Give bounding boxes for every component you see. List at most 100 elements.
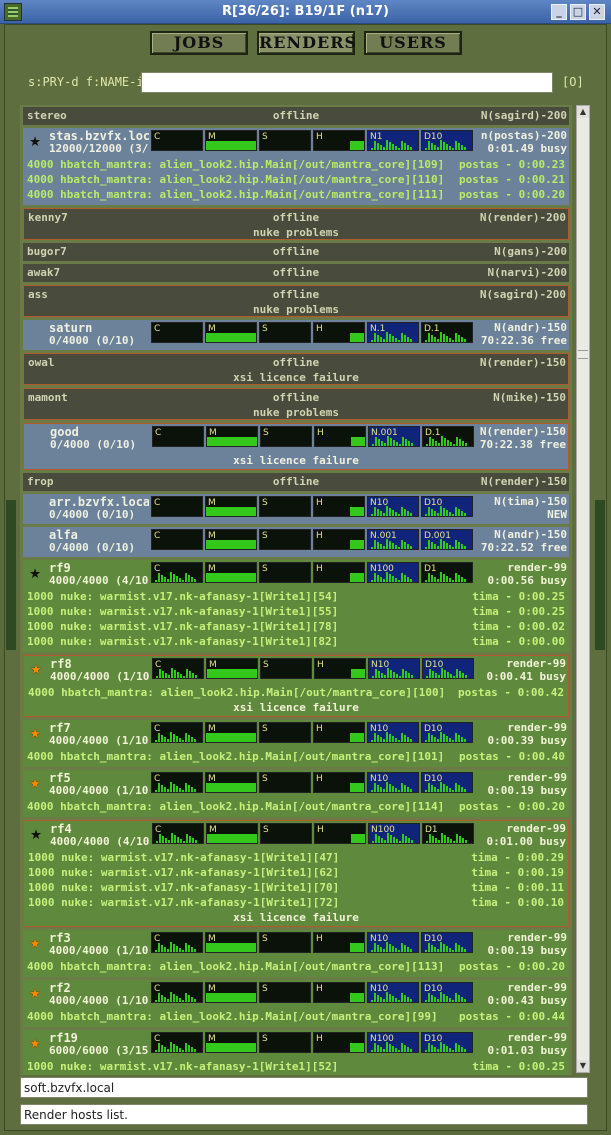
meter-spike [380, 544, 382, 549]
task-line[interactable]: 4000 hbatch_mantra: alien_look2.hip.Main… [27, 800, 444, 813]
host-row-rf8[interactable]: ★ rf8 4000/4000 (1/10 C M S H N10 D10 render-99 0:… [23, 655, 569, 717]
host-row-good[interactable]: good 0/4000 (0/10) C M S H N.001 D.1 N(render)-1… [23, 423, 569, 470]
host-row-rf7[interactable]: ★ rf7 4000/4000 (1/10 C M S H N10 D10 render-99 0:… [23, 720, 569, 767]
task-line[interactable]: 4000 hbatch_mantra: alien_look2.hip.Main… [27, 173, 444, 186]
render-hosts-list[interactable]: stereo offline N(sagird)-200 ★ stas.bzvfx.lo… [20, 105, 572, 1075]
task-line[interactable]: 1000 nuke: warmist.v17.nk-afanasy-1[Writ… [27, 635, 338, 648]
meter-spike [161, 735, 163, 742]
tab-users[interactable]: USERS [364, 31, 462, 55]
task-line[interactable]: 1000 nuke: warmist.v17.nk-afanasy-1[Writ… [28, 851, 339, 864]
host-row-rf2[interactable]: ★ rf2 4000/4000 (1/10 C M S H N10 D10 render-99 0:… [23, 980, 569, 1027]
meter-h: H [313, 496, 365, 517]
right-decoration [595, 500, 605, 650]
minimize-button[interactable]: _ [551, 4, 567, 20]
meter-spike [164, 577, 166, 582]
meter-spike [465, 840, 467, 843]
host-row-rf5[interactable]: ★ rf5 4000/4000 (1/10 C M S H N10 D10 render-99 0:… [23, 770, 569, 817]
meter-spike [455, 333, 457, 342]
server-field[interactable]: soft.bzvfx.local [20, 1077, 588, 1098]
meter-spike [405, 439, 407, 446]
meter-label: H [317, 428, 324, 438]
meter-spike [440, 1042, 442, 1052]
task-line[interactable]: 4000 hbatch_mantra: alien_look2.hip.Main… [27, 158, 444, 171]
meter-spike [431, 143, 433, 150]
meter-spike [398, 1000, 400, 1002]
host-capacity: 4000/4000 (1/10 [49, 944, 149, 957]
filter-options-button[interactable]: [O] [562, 75, 584, 89]
meter-spike [165, 673, 167, 678]
task-line[interactable]: 1000 nuke: warmist.v17.nk-afanasy-1[Writ… [27, 605, 338, 618]
host-row-arr-bzvfx-loca[interactable]: arr.bzvfx.loca 0/4000 (0/10) C M S H N10 D10 N(t… [23, 494, 569, 524]
task-line[interactable]: 4000 hbatch_mantra: alien_look2.hip.Main… [27, 960, 444, 973]
meter-spike [377, 945, 379, 952]
meter-s: S [260, 426, 312, 447]
meter-s: S [259, 772, 311, 793]
host-row-stereo[interactable]: stereo offline N(sagird)-200 [23, 107, 569, 125]
task-line[interactable]: 1000 nuke: warmist.v17.nk-afanasy-1[Writ… [28, 866, 339, 879]
meter-spike [411, 675, 413, 678]
meter-spike [404, 995, 406, 1002]
host-row-stas-bzvfx-loc[interactable]: ★ stas.bzvfx.loc 12000/12000 (3/C M S H N1 D10 n… [23, 128, 569, 205]
host-row-owal[interactable]: owal offline N(render)-150 xsi licence fail… [23, 353, 569, 385]
meter-m: M [205, 772, 257, 793]
host-row-saturn[interactable]: saturn 0/4000 (0/10) C M S H N.1 D.1 N(andr)-150… [23, 320, 569, 350]
host-row-ass[interactable]: ass offline N(sagird)-200 nuke problems [23, 285, 569, 317]
task-line[interactable]: 1000 nuke: warmist.v17.nk-afanasy-1[Writ… [27, 590, 338, 603]
close-button[interactable]: ✕ [589, 4, 605, 20]
host-row-mamont[interactable]: mamont offline N(mike)-150 nuke problems [23, 388, 569, 420]
maximize-button[interactable]: □ [570, 4, 586, 20]
host-row-awak7[interactable]: awak7 offline N(narvi)-200 [23, 264, 569, 282]
host-row-bugor7[interactable]: bugor7 offline N(gans)-200 [23, 243, 569, 261]
tab-renders[interactable]: RENDERS [257, 31, 356, 55]
task-line[interactable]: 1000 nuke: warmist.v17.nk-afanasy-1[Writ… [28, 896, 339, 909]
scroll-up-icon[interactable]: ▲ [577, 106, 589, 118]
meter-spike [395, 948, 397, 952]
meter-spike [389, 944, 391, 952]
task-line[interactable]: 4000 hbatch_mantra: alien_look2.hip.Main… [28, 686, 445, 699]
task-line[interactable]: 4000 hbatch_mantra: alien_look2.hip.Main… [27, 188, 444, 201]
host-row-kenny7[interactable]: kenny7 offline N(render)-200 nuke problems [23, 208, 569, 240]
scroll-down-icon[interactable]: ▼ [577, 1060, 589, 1072]
meter-spike [440, 732, 442, 742]
meter-n10: N10 [367, 982, 419, 1003]
scroll-thumb[interactable] [578, 350, 588, 359]
meter-spike [176, 996, 178, 1002]
meter-label: S [262, 324, 268, 334]
meter-spike [425, 1050, 427, 1052]
meter-spike [371, 950, 373, 952]
meter-spike [371, 547, 373, 549]
task-line[interactable]: 1000 nuke: warmist.v17.nk-afanasy-1[Writ… [27, 1060, 338, 1073]
host-info: 0:00.41 busy [486, 670, 566, 683]
tab-jobs[interactable]: JOBS [150, 31, 248, 55]
host-user: N(tima)-150 [494, 495, 567, 508]
meter-spike [170, 572, 172, 582]
task-line[interactable]: 4000 hbatch_mantra: alien_look2.hip.Main… [27, 750, 444, 763]
meter-h: H [313, 722, 365, 743]
meter-spike [450, 839, 452, 843]
host-row-rf4[interactable]: ★ rf4 4000/4000 (4/10 C M S H N100 D1 render-99 0:… [23, 820, 569, 927]
meter-spike [405, 836, 407, 843]
meter-m: M [205, 722, 257, 743]
host-row-rf19[interactable]: ★ rf19 6000/6000 (3/15 C M S H N100 D10 render-99… [23, 1030, 569, 1075]
host-info: 0:01.00 busy [486, 835, 566, 848]
host-row-alfa[interactable]: alfa 0/4000 (0/10) C M S H N.001 D.001 N(andr)-1… [23, 527, 569, 557]
left-decoration [6, 500, 16, 650]
meter-spike [380, 337, 382, 342]
list-scrollbar[interactable]: ▲ ▼ [576, 105, 590, 1073]
host-row-frop[interactable]: frop offline N(render)-150 [23, 473, 569, 491]
meter-spike [425, 790, 427, 792]
task-line[interactable]: 1000 nuke: warmist.v17.nk-afanasy-1[Writ… [28, 881, 339, 894]
host-row-rf3[interactable]: ★ rf3 4000/4000 (1/10 C M S H N10 D10 render-99 0:… [23, 930, 569, 977]
meter-spike [380, 577, 382, 582]
meter-spike [156, 676, 158, 678]
host-row-rf9[interactable]: ★ rf9 4000/4000 (4/10 C M S H N100 D1 render-99 0:… [23, 560, 569, 652]
host-user: render-99 [507, 1031, 567, 1044]
meter-spike [371, 1000, 373, 1002]
host-info: 0:00.56 busy [487, 574, 567, 587]
task-line[interactable]: 1000 nuke: warmist.v17.nk-afanasy-1[Writ… [27, 620, 338, 633]
meter-spike [374, 1043, 376, 1052]
task-line[interactable]: 4000 hbatch_mantra: alien_look2.hip.Main… [27, 1010, 438, 1023]
filter-input[interactable] [141, 72, 553, 93]
meter-spike [398, 1050, 400, 1052]
meter-spike [425, 740, 427, 742]
